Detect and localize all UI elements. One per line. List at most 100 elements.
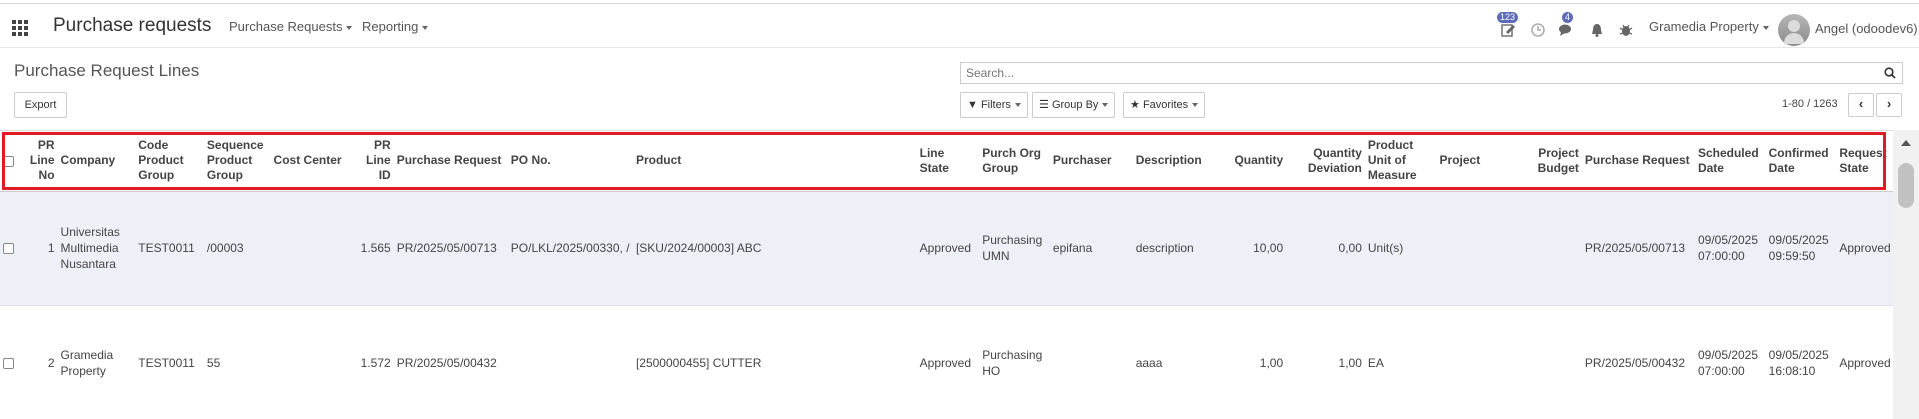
list-view: PR Line No Company Code Product Group Se… <box>0 130 1893 419</box>
table-row[interactable]: 1 Universitas Multimedia Nusantara TEST0… <box>0 191 1893 306</box>
table-cell: Universitas Multimedia Nusantara <box>57 191 136 306</box>
pager-value[interactable]: 1-80 / 1263 <box>1782 98 1838 110</box>
column-header[interactable]: Purchaser <box>1049 131 1133 192</box>
row-select-cell[interactable] <box>0 191 23 306</box>
table-cell: 0,00 <box>1286 191 1365 306</box>
column-header[interactable]: PR Line ID <box>353 131 394 192</box>
star-icon: ★ <box>1130 99 1140 111</box>
table-header-row: PR Line No Company Code Product Group Se… <box>0 131 1893 192</box>
table-cell: 2 <box>22 305 58 419</box>
column-header[interactable]: Code Product Group <box>135 131 204 192</box>
select-all-header[interactable] <box>0 131 23 192</box>
table-cell: PR/2025/05/00713 <box>1581 191 1695 306</box>
column-header[interactable]: Request State <box>1836 131 1893 192</box>
purchase-request-lines-table: PR Line No Company Code Product Group Se… <box>0 131 1893 419</box>
filter-icon: ▼ <box>967 99 978 111</box>
app-title: Purchase requests <box>53 15 212 36</box>
table-cell: 1.572 <box>353 305 394 419</box>
row-checkbox[interactable] <box>3 358 14 370</box>
column-header[interactable]: PO No. <box>507 131 633 192</box>
column-header[interactable]: Description <box>1132 131 1222 192</box>
column-header[interactable]: Company <box>57 131 136 192</box>
column-header[interactable]: Product Unit of Measure <box>1364 131 1437 192</box>
search-input[interactable] <box>961 63 1861 83</box>
row-select-cell[interactable] <box>0 305 23 419</box>
table-cell <box>507 305 633 419</box>
groupby-label: Group By <box>1051 99 1099 111</box>
table-cell <box>1049 305 1133 419</box>
vertical-scrollbar[interactable] <box>1893 130 1919 419</box>
search-icon[interactable] <box>1884 67 1896 79</box>
column-header[interactable]: Cost Center <box>270 131 354 192</box>
scroll-up-icon[interactable] <box>1901 140 1911 146</box>
table-cell: 1 <box>22 191 58 306</box>
column-header[interactable]: Purch Org Group <box>979 131 1050 192</box>
menu-purchase-requests[interactable]: Purchase Requests <box>229 19 353 34</box>
column-header[interactable]: Quantity Deviation <box>1286 131 1365 192</box>
column-header[interactable]: Sequence Product Group <box>203 131 271 192</box>
group-by-button[interactable]: ☰ Group By <box>1032 92 1116 118</box>
column-header[interactable]: Purchase Request <box>1581 131 1695 192</box>
list-icon: ☰ <box>1039 99 1049 111</box>
table-cell: 09/05/2025 16:08:10 <box>1765 305 1837 419</box>
table-cell: Approved <box>916 191 980 306</box>
bell-icon[interactable] <box>1589 22 1605 38</box>
edit-activity-icon[interactable] <box>1500 22 1516 38</box>
table-cell: PR/2025/05/00713 <box>393 191 508 306</box>
scroll-thumb[interactable] <box>1898 163 1914 208</box>
table-cell: 1,00 <box>1286 305 1365 419</box>
column-header[interactable]: Project Budget <box>1516 131 1582 192</box>
user-name[interactable]: Angel (odoodev6) <box>1815 21 1918 36</box>
table-cell: 1.565 <box>353 191 394 306</box>
messages-badge: 4 <box>1562 12 1574 23</box>
select-all-checkbox[interactable] <box>3 155 14 167</box>
pager-next-button[interactable]: › <box>1876 93 1902 117</box>
apps-menu-icon[interactable] <box>12 20 30 36</box>
avatar[interactable] <box>1778 14 1810 46</box>
table-cell <box>1436 305 1517 419</box>
table-cell: PR/2025/05/00432 <box>1581 305 1695 419</box>
column-header[interactable]: PR Line No <box>22 131 58 192</box>
menu-reporting[interactable]: Reporting <box>362 19 429 34</box>
table-cell: aaaa <box>1132 305 1222 419</box>
column-header[interactable]: Project <box>1436 131 1517 192</box>
table-cell: [SKU/2024/00003] ABC <box>632 191 917 306</box>
table-cell: 55 <box>203 305 271 419</box>
table-cell: Purchasing UMN <box>979 191 1050 306</box>
menu-label: Purchase Requests <box>229 19 343 34</box>
favorites-button[interactable]: ★ Favorites <box>1123 92 1206 118</box>
caret-down-icon <box>1762 25 1769 30</box>
filters-button[interactable]: ▼ Filters <box>960 92 1028 118</box>
table-cell: Gramedia Property <box>57 305 136 419</box>
table-cell: 09/05/2025 07:00:00 <box>1694 305 1766 419</box>
column-header[interactable]: Confirmed Date <box>1765 131 1837 192</box>
pager-previous-button[interactable]: ‹ <box>1848 93 1874 117</box>
table-cell: [2500000455] CUTTER <box>632 305 917 419</box>
export-button[interactable]: Export <box>14 92 67 118</box>
column-header[interactable]: Purchase Request <box>393 131 508 192</box>
table-row[interactable]: 2 Gramedia Property TEST0011 55 1.572 PR… <box>0 305 1893 419</box>
caret-down-icon <box>346 25 353 30</box>
search-bar <box>960 62 1903 84</box>
column-header[interactable]: Quantity <box>1221 131 1287 192</box>
column-header[interactable]: Line State <box>916 131 980 192</box>
column-header[interactable]: Scheduled Date <box>1694 131 1766 192</box>
favorites-label: Favorites <box>1142 99 1189 111</box>
company-name: Gramedia Property <box>1649 19 1759 34</box>
table-cell <box>270 191 354 306</box>
row-checkbox[interactable] <box>3 243 14 255</box>
caret-down-icon <box>422 25 429 30</box>
bug-icon[interactable] <box>1618 22 1634 38</box>
column-header[interactable]: Product <box>632 131 917 192</box>
chevron-left-icon: ‹ <box>1858 96 1864 111</box>
table-cell: TEST0011 <box>135 191 204 306</box>
table-cell: Approved <box>916 305 980 419</box>
messages-icon[interactable] <box>1558 22 1574 38</box>
clock-icon[interactable] <box>1530 22 1546 38</box>
table-cell: Purchasing HO <box>979 305 1050 419</box>
company-switcher[interactable]: Gramedia Property <box>1649 19 1769 34</box>
table-cell: 10,00 <box>1221 191 1287 306</box>
table-cell: 1,00 <box>1221 305 1287 419</box>
table-cell: /00003 <box>203 191 271 306</box>
chevron-right-icon: › <box>1886 96 1892 111</box>
